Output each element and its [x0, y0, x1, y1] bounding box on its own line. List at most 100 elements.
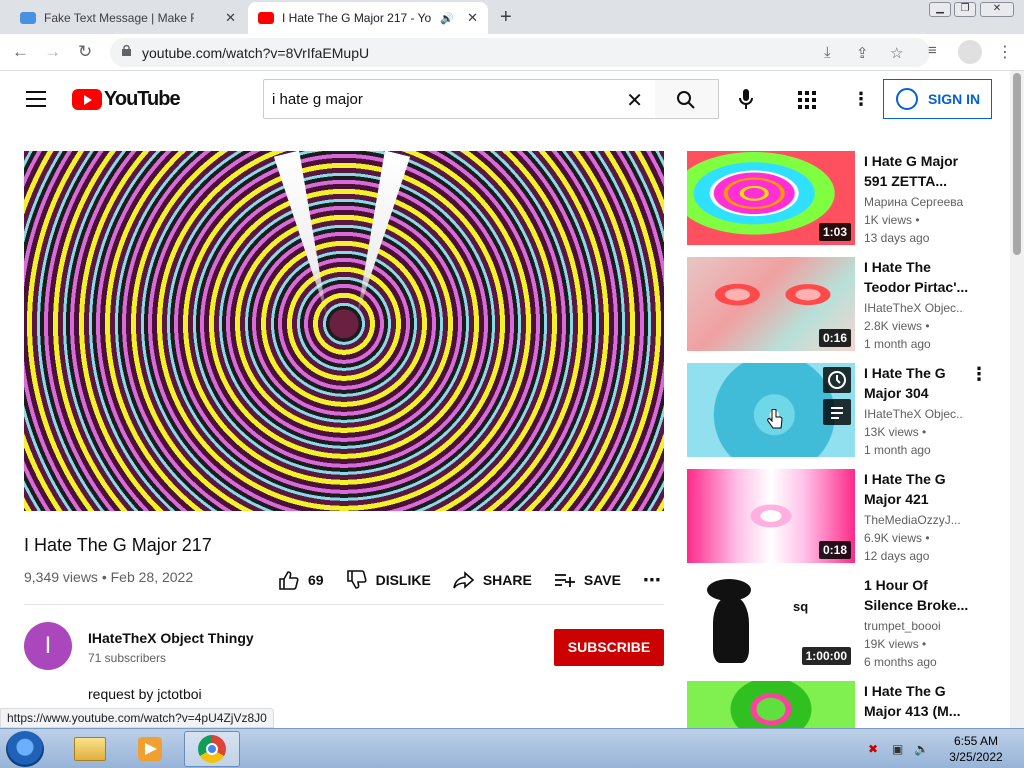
more-actions-icon[interactable]: ⋯ [643, 570, 661, 591]
hand-cursor-icon [767, 409, 783, 429]
video-meta: 9,349 views • Feb 28, 2022 [24, 569, 194, 585]
rec-menu-icon[interactable]: ⋮ [970, 364, 988, 385]
rec-title[interactable]: I Hate The G Major 413 (M... [864, 681, 972, 721]
page-scrollbar[interactable] [1010, 71, 1024, 728]
like-button[interactable]: 69 [278, 570, 324, 590]
media-control-icon[interactable]: ≡ [928, 42, 937, 59]
profile-avatar-icon[interactable] [958, 40, 982, 64]
rec-views: 1K views • [864, 213, 920, 227]
audio-playing-icon[interactable]: 🔊 [440, 12, 454, 25]
rec-channel[interactable]: IHateTheX Objec... [864, 407, 964, 421]
minimize-icon[interactable]: ▁ [929, 2, 951, 17]
back-icon[interactable]: ← [12, 42, 29, 62]
video-thumbnail[interactable] [687, 363, 855, 457]
rec-views: 13K views • [864, 425, 927, 439]
divider [24, 604, 664, 605]
share-page-icon[interactable]: ⇪ [856, 44, 869, 62]
thumbs-down-icon [346, 570, 367, 589]
like-count: 69 [308, 572, 324, 588]
video-thumbnail[interactable]: sq 1:00:00 [687, 575, 855, 669]
rec-age: 13 days ago [864, 231, 930, 245]
new-tab-icon[interactable]: + [500, 6, 512, 29]
tab-youtube-video[interactable]: I Hate The G Major 217 - You 🔊 ✕ [248, 2, 488, 34]
silhouette-shape [713, 597, 749, 663]
list-item[interactable]: 0:16 I Hate The Teodor Pirtac'... IHateT… [687, 257, 987, 351]
clock-time: 6:55 AM [953, 734, 999, 748]
search-input[interactable]: i hate g major ✕ [263, 79, 656, 119]
close-tab-icon[interactable]: ✕ [467, 10, 478, 26]
file-explorer-icon[interactable] [62, 731, 118, 767]
system-clock[interactable]: 6:55 AM 3/25/2022 [936, 733, 1016, 765]
list-item[interactable]: sq 1:00:00 1 Hour Of Silence Broke... tr… [687, 575, 987, 669]
bookmark-star-icon[interactable]: ☆ [890, 44, 903, 62]
rec-age: 12 days ago [864, 549, 930, 563]
list-item[interactable]: I Hate The G Major 304 IHateTheX Objec..… [687, 363, 987, 457]
chrome-taskbar-icon[interactable] [184, 731, 240, 767]
rec-views: 6.9K views • [864, 531, 930, 545]
duration-badge: 1:03 [818, 223, 851, 241]
video-actions: 69 DISLIKE SHARE SAVE ⋯ [278, 568, 683, 592]
rec-title[interactable]: I Hate The Teodor Pirtac'... [864, 257, 972, 297]
rec-views: 19K views • [864, 637, 927, 651]
rec-title[interactable]: I Hate The G Major 421 [864, 469, 972, 509]
apps-grid-icon[interactable] [798, 91, 816, 109]
chrome-menu-icon[interactable]: ⋮ [997, 42, 1013, 62]
network-warning-icon[interactable]: ✖ [868, 742, 878, 756]
subscriber-count: 71 subscribers [88, 651, 167, 665]
media-player-icon[interactable] [122, 731, 178, 767]
subscribe-button[interactable]: SUBSCRIBE [554, 629, 664, 666]
rec-channel[interactable]: IHateTheX Objec... [864, 301, 964, 315]
list-item[interactable]: I Hate The G Major 413 (M... [687, 681, 987, 728]
playlist-add-icon [554, 574, 575, 587]
reload-icon[interactable]: ↻ [78, 42, 92, 62]
rec-age: 6 months ago [864, 655, 937, 669]
save-button[interactable]: SAVE [554, 570, 621, 590]
close-tab-icon[interactable]: ✕ [225, 10, 236, 26]
list-item[interactable]: 1:03 I Hate G Major 591 ZETTA... Марина … [687, 151, 987, 245]
close-window-icon[interactable]: ✕ [980, 2, 1014, 17]
rec-channel[interactable]: TheMediaOzzyJ... [864, 513, 964, 527]
tab-title: Fake Text Message | Make Fake Te [44, 11, 194, 25]
share-arrow-icon [453, 571, 475, 589]
search-button[interactable] [655, 79, 719, 119]
video-player[interactable] [24, 151, 664, 511]
video-thumbnail[interactable]: 1:03 [687, 151, 855, 245]
forward-icon[interactable]: → [44, 42, 61, 62]
display-tray-icon[interactable]: ▣ [892, 742, 903, 756]
clock-date: 3/25/2022 [949, 750, 1003, 764]
add-to-queue-icon[interactable] [823, 399, 851, 425]
youtube-logo[interactable]: YouTube [72, 88, 181, 111]
list-item[interactable]: 0:18 I Hate The G Major 421 TheMediaOzzy… [687, 469, 987, 563]
rec-title[interactable]: I Hate G Major 591 ZETTA... [864, 151, 972, 191]
tab-fake-text-message[interactable]: Fake Text Message | Make Fake Te ✕ [10, 2, 246, 34]
start-button-icon[interactable] [6, 731, 44, 767]
install-icon[interactable]: ⤓ [824, 44, 831, 61]
rec-views: 2.8K views • [864, 319, 930, 333]
video-thumbnail[interactable]: 0:16 [687, 257, 855, 351]
volume-icon[interactable]: 🔊 [914, 742, 929, 756]
rec-title[interactable]: I Hate The G Major 304 [864, 363, 972, 403]
dislike-button[interactable]: DISLIKE [346, 570, 431, 590]
restore-icon[interactable]: ❐ [954, 2, 976, 17]
channel-name[interactable]: IHateTheX Object Thingy [88, 630, 254, 646]
scrollbar-thumb[interactable] [1013, 73, 1021, 255]
video-thumbnail[interactable] [687, 681, 855, 728]
hamburger-menu-icon[interactable] [26, 91, 46, 107]
watch-later-icon[interactable] [823, 367, 851, 393]
url-text: youtube.com/watch?v=8VrIfaEMupU [142, 45, 370, 61]
settings-more-icon[interactable]: ⋮ [852, 89, 870, 110]
address-bar[interactable]: youtube.com/watch?v=8VrIfaEMupU ⤓ ⇪ ☆ [110, 38, 930, 67]
share-button[interactable]: SHARE [453, 570, 532, 590]
rec-title[interactable]: 1 Hour Of Silence Broke... [864, 575, 972, 615]
channel-avatar[interactable]: I [24, 622, 72, 670]
share-label: SHARE [482, 572, 532, 588]
sign-in-label: SIGN IN [928, 91, 981, 107]
video-thumbnail[interactable]: 0:18 [687, 469, 855, 563]
sign-in-button[interactable]: SIGN IN [883, 79, 992, 119]
youtube-header: YouTube i hate g major ✕ ⋮ SIGN IN [0, 71, 1010, 127]
clear-search-icon[interactable]: ✕ [626, 88, 643, 113]
microphone-icon[interactable] [738, 88, 754, 110]
youtube-favicon-icon [258, 12, 274, 24]
rec-channel[interactable]: Марина Сергеева [864, 195, 964, 209]
rec-channel[interactable]: trumpet_boooi [864, 619, 964, 633]
